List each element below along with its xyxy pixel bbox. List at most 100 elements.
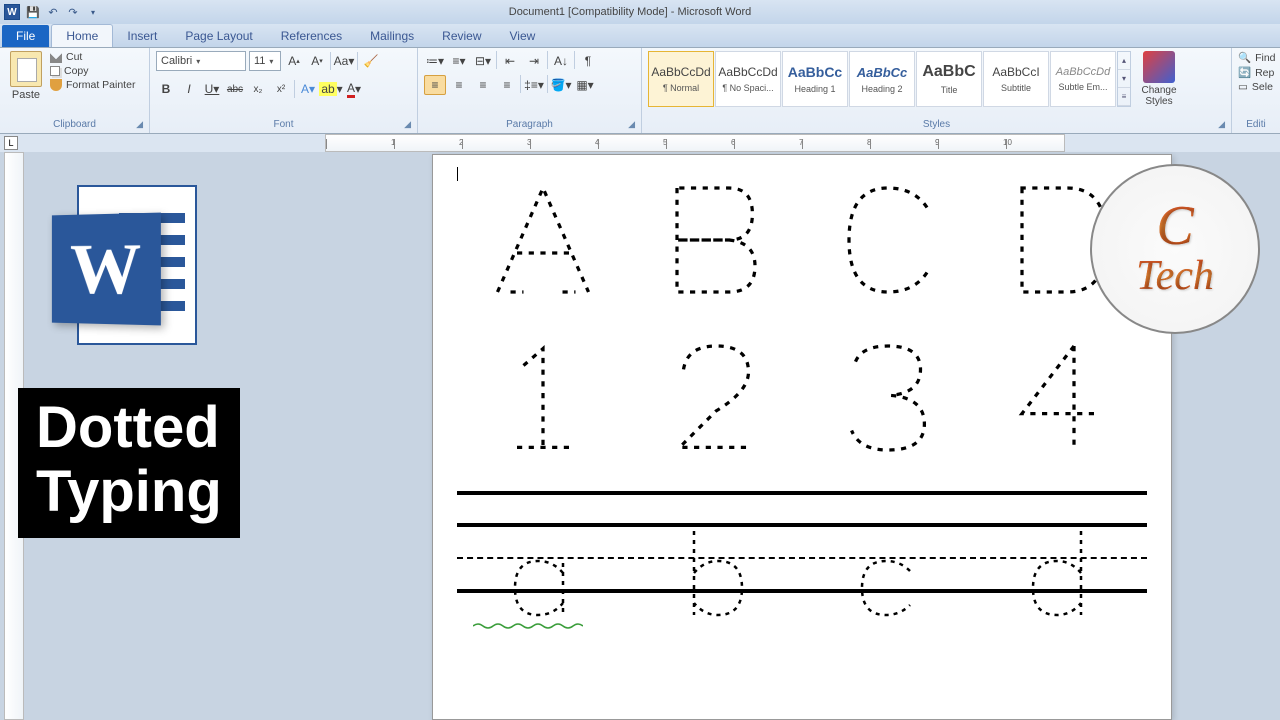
overlay-word-logo: W xyxy=(32,170,242,360)
select-icon: ▭ xyxy=(1238,81,1248,93)
dotted-numbers-row xyxy=(457,333,1147,481)
tab-mailings[interactable]: Mailings xyxy=(356,25,428,47)
clipboard-dialog-icon[interactable]: ◢ xyxy=(136,119,143,130)
sort-button[interactable]: A↓ xyxy=(550,51,572,71)
decrease-indent-button[interactable]: ⇤ xyxy=(499,51,521,71)
borders-button[interactable]: ▦▾ xyxy=(574,75,596,95)
paragraph-label: Paragraph xyxy=(506,119,553,130)
style-heading-2[interactable]: AaBbCcHeading 2 xyxy=(849,51,915,107)
undo-icon[interactable]: ↶ xyxy=(46,5,60,19)
line-spacing-button[interactable]: ‡≡▾ xyxy=(523,75,545,95)
overlay-ctech-logo: CTech xyxy=(1090,164,1260,334)
shading-button[interactable]: 🪣▾ xyxy=(550,75,572,95)
tab-references[interactable]: References xyxy=(267,25,356,47)
dotted-letters-row-1 xyxy=(457,175,1147,323)
italic-button[interactable]: I xyxy=(179,79,199,99)
dotted-letter-d-lc xyxy=(1006,523,1116,621)
dotted-letter-c-lc xyxy=(833,523,943,621)
clear-formatting-button[interactable]: 🧹 xyxy=(361,51,381,71)
style-title[interactable]: AaBbCTitle xyxy=(916,51,982,107)
dotted-letter-b-lc xyxy=(661,523,771,621)
numbering-button[interactable]: ≡▾ xyxy=(448,51,470,71)
strikethrough-button[interactable]: abc xyxy=(225,79,245,99)
bullets-button[interactable]: ≔▾ xyxy=(424,51,446,71)
format-painter-button[interactable]: Format Painter xyxy=(50,79,135,91)
font-color-button[interactable]: A▾ xyxy=(344,79,364,99)
paragraph-dialog-icon[interactable]: ◢ xyxy=(628,119,635,130)
find-button[interactable]: 🔍Find xyxy=(1238,51,1276,64)
underline-button[interactable]: U▾ xyxy=(202,79,222,99)
font-dialog-icon[interactable]: ◢ xyxy=(404,119,411,130)
replace-icon: 🔄 xyxy=(1238,66,1251,79)
dotted-letter-A xyxy=(478,175,608,323)
redo-icon[interactable]: ↷ xyxy=(66,5,80,19)
styles-scroll[interactable]: ▴▾≡ xyxy=(1117,51,1131,107)
paste-button[interactable]: Paste xyxy=(6,51,46,101)
style-subtle-emphasis[interactable]: AaBbCcDdSubtle Em... xyxy=(1050,51,1116,107)
tab-selector[interactable]: L xyxy=(4,136,18,150)
copy-button[interactable]: Copy xyxy=(50,65,135,77)
handwriting-guidelines xyxy=(457,491,1147,621)
align-left-button[interactable]: ≡ xyxy=(424,75,446,95)
increase-indent-button[interactable]: ⇥ xyxy=(523,51,545,71)
align-center-button[interactable]: ≡ xyxy=(448,75,470,95)
ruler-row: L 1234567891011 xyxy=(0,134,1280,152)
group-font: Calibri▾ 11▾ A▴ A▾ Aa▾ 🧹 B I U▾ abc x₂ x… xyxy=(150,48,418,133)
tab-home[interactable]: Home xyxy=(51,24,113,47)
clipboard-label: Clipboard xyxy=(53,119,96,130)
multilevel-button[interactable]: ⊟▾ xyxy=(472,51,494,71)
style-subtitle[interactable]: AaBbCcISubtitle xyxy=(983,51,1049,107)
dotted-number-4 xyxy=(996,333,1126,481)
style-heading-1[interactable]: AaBbCcHeading 1 xyxy=(782,51,848,107)
cut-button[interactable]: Cut xyxy=(50,51,135,63)
document-page[interactable] xyxy=(432,154,1172,720)
title-bar: W 💾 ↶ ↷ ▾ Document1 [Compatibility Mode]… xyxy=(0,0,1280,24)
align-right-button[interactable]: ≡ xyxy=(472,75,494,95)
paste-icon xyxy=(10,51,42,87)
save-icon[interactable]: 💾 xyxy=(26,5,40,19)
select-button[interactable]: ▭Sele xyxy=(1238,81,1273,93)
change-styles-button[interactable]: Change Styles xyxy=(1135,51,1183,107)
quick-access-toolbar: W 💾 ↶ ↷ ▾ xyxy=(0,4,100,20)
bold-button[interactable]: B xyxy=(156,79,176,99)
tab-view[interactable]: View xyxy=(496,25,550,47)
text-effects-button[interactable]: A▾ xyxy=(298,79,318,99)
word-app-icon[interactable]: W xyxy=(4,4,20,20)
styles-gallery: AaBbCcDd¶ Normal AaBbCcDd¶ No Spaci... A… xyxy=(648,51,1131,107)
dotted-number-2 xyxy=(651,333,781,481)
group-styles: AaBbCcDd¶ Normal AaBbCcDd¶ No Spaci... A… xyxy=(642,48,1232,133)
tab-file[interactable]: File xyxy=(2,25,49,47)
dotted-number-3 xyxy=(823,333,953,481)
tab-review[interactable]: Review xyxy=(428,25,495,47)
change-case-button[interactable]: Aa▾ xyxy=(334,51,354,71)
font-size-combo[interactable]: 11▾ xyxy=(249,51,281,71)
show-hide-button[interactable]: ¶ xyxy=(577,51,599,71)
replace-button[interactable]: 🔄Rep xyxy=(1238,66,1274,79)
font-name-combo[interactable]: Calibri▾ xyxy=(156,51,246,71)
font-label: Font xyxy=(273,119,293,130)
tab-page-layout[interactable]: Page Layout xyxy=(171,25,266,47)
tab-insert[interactable]: Insert xyxy=(113,25,171,47)
horizontal-ruler[interactable]: 1234567891011 xyxy=(325,134,1065,152)
superscript-button[interactable]: x² xyxy=(271,79,291,99)
editing-label: Editi xyxy=(1246,119,1265,130)
copy-icon xyxy=(50,66,60,76)
dotted-letter-C xyxy=(823,175,953,323)
highlight-button[interactable]: ab▾ xyxy=(321,79,341,99)
styles-dialog-icon[interactable]: ◢ xyxy=(1218,119,1225,130)
dotted-letter-B xyxy=(651,175,781,323)
grow-font-button[interactable]: A▴ xyxy=(284,51,304,71)
styles-label: Styles xyxy=(923,119,950,130)
dotted-letter-a-lc xyxy=(488,523,598,621)
style-no-spacing[interactable]: AaBbCcDd¶ No Spaci... xyxy=(715,51,781,107)
shrink-font-button[interactable]: A▾ xyxy=(307,51,327,71)
format-painter-icon xyxy=(50,79,62,91)
window-title: Document1 [Compatibility Mode] - Microso… xyxy=(100,6,1160,18)
cut-icon xyxy=(50,51,62,63)
group-paragraph: ≔▾ ≡▾ ⊟▾ ⇤ ⇥ A↓ ¶ ≡ ≡ ≡ ≡ ‡≡▾ 🪣▾ ▦▾ xyxy=(418,48,642,133)
qat-dropdown-icon[interactable]: ▾ xyxy=(86,5,100,19)
style-normal[interactable]: AaBbCcDd¶ Normal xyxy=(648,51,714,107)
group-editing: 🔍Find 🔄Rep ▭Sele Editi xyxy=(1232,48,1280,133)
subscript-button[interactable]: x₂ xyxy=(248,79,268,99)
justify-button[interactable]: ≡ xyxy=(496,75,518,95)
